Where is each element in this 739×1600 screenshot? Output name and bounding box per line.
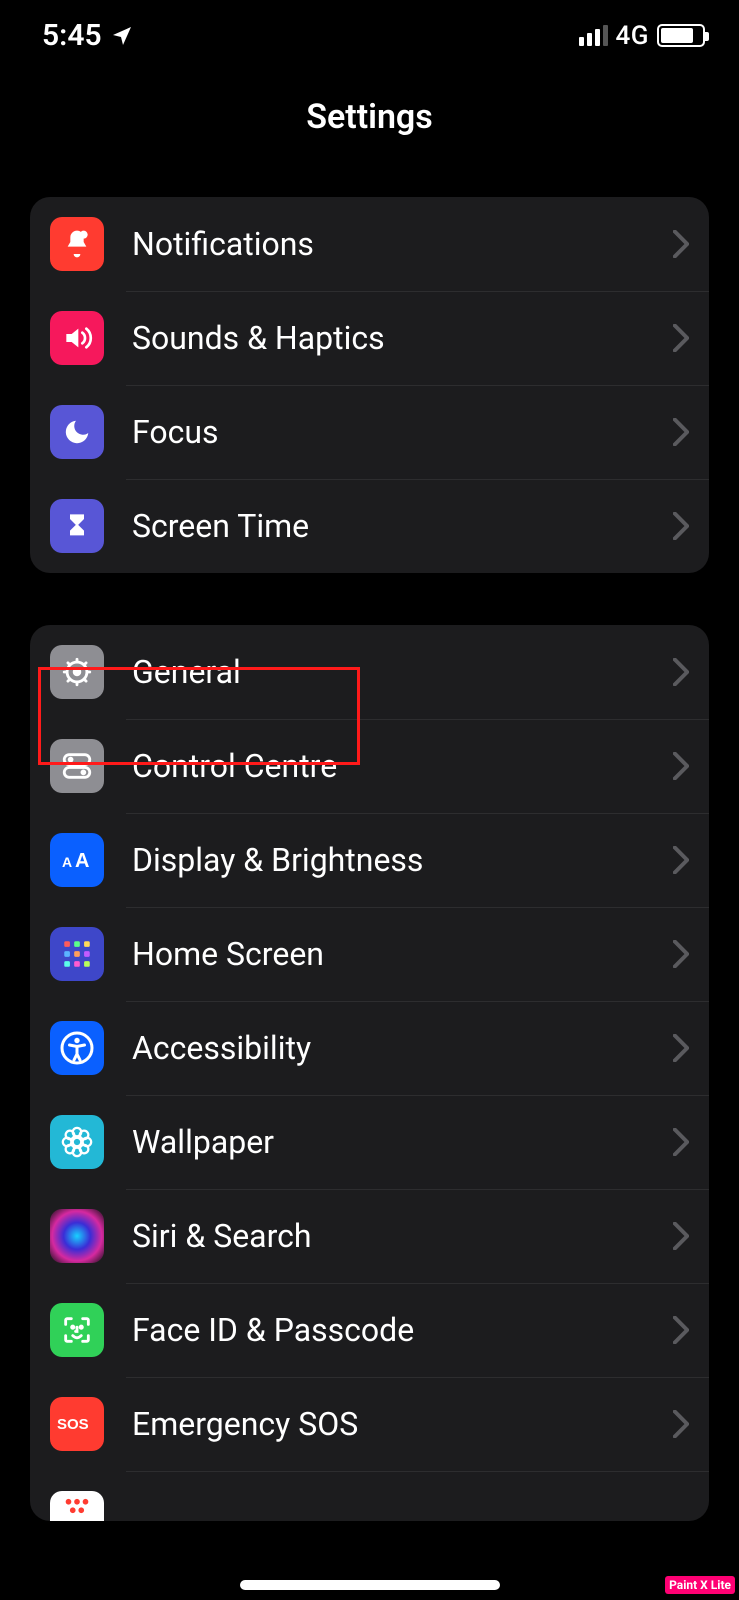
svg-text:SOS: SOS [57, 1416, 89, 1433]
row-face-id[interactable]: Face ID & Passcode [30, 1283, 709, 1377]
row-display-brightness[interactable]: AA Display & Brightness [30, 813, 709, 907]
svg-text:A: A [62, 854, 72, 870]
accessibility-icon [50, 1021, 104, 1075]
moon-icon [50, 405, 104, 459]
chevron-right-icon [673, 1034, 689, 1062]
face-icon [50, 1303, 104, 1357]
bell-icon [50, 217, 104, 271]
row-label: Emergency SOS [132, 1405, 673, 1443]
row-label: Control Centre [132, 747, 673, 785]
row-label: Siri & Search [132, 1217, 673, 1255]
row-siri-search[interactable]: Siri & Search [30, 1189, 709, 1283]
row-label: Screen Time [132, 507, 673, 545]
speaker-icon [50, 311, 104, 365]
gear-icon [50, 645, 104, 699]
row-screen-time[interactable]: Screen Time [30, 479, 709, 573]
status-left: 5:45 [42, 18, 134, 53]
chevron-right-icon [673, 324, 689, 352]
settings-group-2: General Control Centre AA Display & Brig… [30, 625, 709, 1521]
cellular-signal-icon [579, 25, 608, 46]
svg-text:A: A [75, 850, 89, 872]
row-emergency-sos[interactable]: SOS Emergency SOS [30, 1377, 709, 1471]
chevron-right-icon [673, 1128, 689, 1156]
row-label: General [132, 653, 673, 691]
status-bar: 5:45 4G [0, 0, 739, 63]
chevron-right-icon [673, 1316, 689, 1344]
home-indicator[interactable] [240, 1580, 500, 1590]
battery-icon [657, 24, 705, 47]
chevron-right-icon [673, 230, 689, 258]
chevron-right-icon [673, 752, 689, 780]
status-time: 5:45 [42, 18, 102, 53]
sos-icon: SOS [50, 1397, 104, 1451]
row-label: Display & Brightness [132, 841, 673, 879]
row-sounds-haptics[interactable]: Sounds & Haptics [30, 291, 709, 385]
chevron-right-icon [673, 1410, 689, 1438]
row-control-centre[interactable]: Control Centre [30, 719, 709, 813]
status-right: 4G [579, 21, 706, 51]
toggle-icon [50, 739, 104, 793]
row-notifications[interactable]: Notifications [30, 197, 709, 291]
row-home-screen[interactable]: Home Screen [30, 907, 709, 1001]
page-title: Settings [0, 97, 739, 137]
row-label: Wallpaper [132, 1123, 673, 1161]
chevron-right-icon [673, 846, 689, 874]
chevron-right-icon [673, 658, 689, 686]
exposure-icon [50, 1491, 104, 1521]
row-label: Home Screen [132, 935, 673, 973]
row-wallpaper[interactable]: Wallpaper [30, 1095, 709, 1189]
page-header: Settings [0, 63, 739, 167]
chevron-right-icon [673, 512, 689, 540]
row-label: Face ID & Passcode [132, 1311, 673, 1349]
textsize-icon: AA [50, 833, 104, 887]
network-type-label: 4G [616, 21, 650, 51]
row-partial-next[interactable] [30, 1471, 709, 1521]
siri-icon [50, 1209, 104, 1263]
chevron-right-icon [673, 418, 689, 446]
row-general[interactable]: General [30, 625, 709, 719]
row-label: Sounds & Haptics [132, 319, 673, 357]
apps-icon [50, 927, 104, 981]
flower-icon [50, 1115, 104, 1169]
watermark-badge: Paint X Lite [665, 1576, 735, 1594]
chevron-right-icon [673, 1222, 689, 1250]
row-label: Notifications [132, 225, 673, 263]
chevron-right-icon [673, 940, 689, 968]
settings-group-1: Notifications Sounds & Haptics Focus [30, 197, 709, 573]
row-label: Accessibility [132, 1029, 673, 1067]
row-label: Focus [132, 413, 673, 451]
settings-list: Notifications Sounds & Haptics Focus [0, 197, 739, 1521]
location-arrow-icon [110, 24, 134, 48]
row-accessibility[interactable]: Accessibility [30, 1001, 709, 1095]
row-focus[interactable]: Focus [30, 385, 709, 479]
hourglass-icon [50, 499, 104, 553]
